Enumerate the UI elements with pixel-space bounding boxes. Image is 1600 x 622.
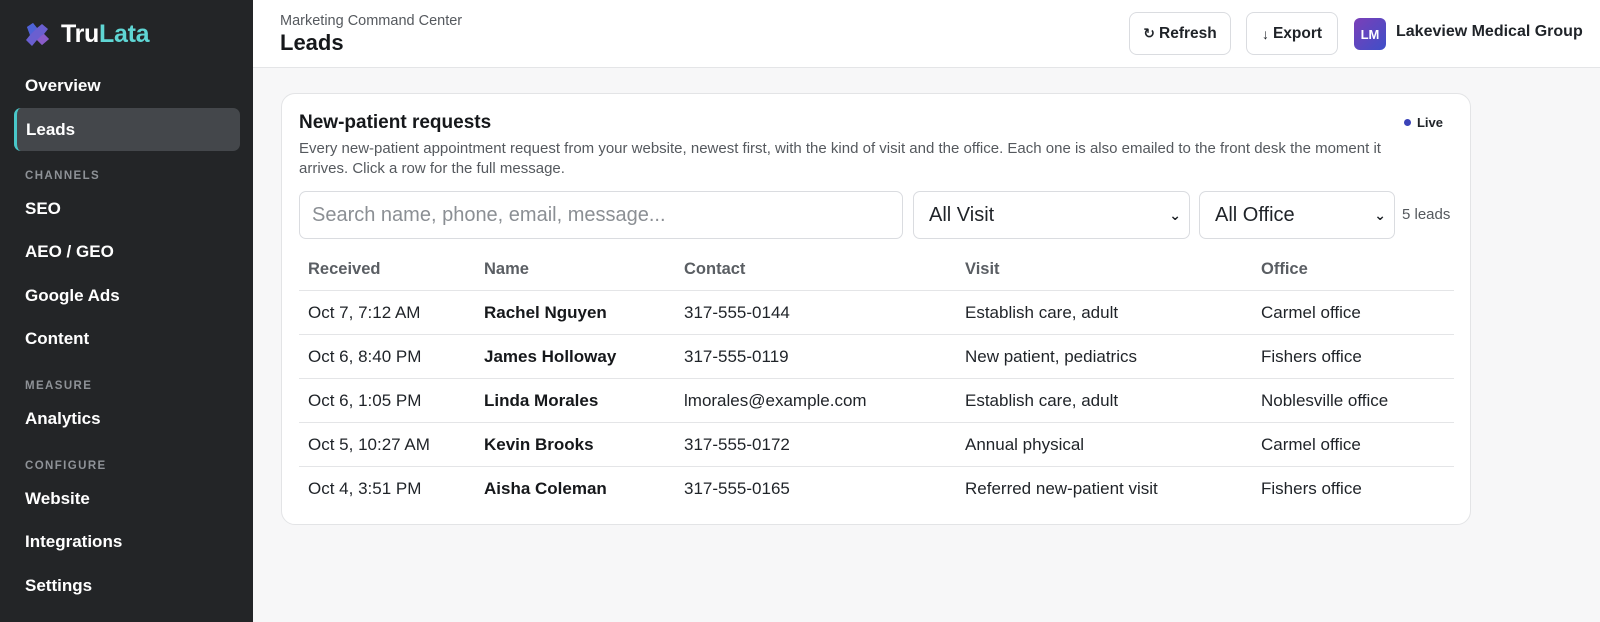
- sidebar-section-measure: MEASURE: [25, 380, 93, 392]
- visit-filter-value: All Visit: [929, 203, 995, 226]
- brand-logo[interactable]: TruLata: [23, 20, 150, 49]
- refresh-button-label: Refresh: [1159, 24, 1217, 42]
- table-row[interactable]: Oct 7, 7:12 AM Rachel Nguyen 317-555-014…: [299, 291, 1454, 335]
- column-header-name[interactable]: Name: [484, 247, 529, 291]
- sidebar-item-aeo-geo[interactable]: AEO / GEO: [14, 230, 240, 273]
- avatar[interactable]: LM: [1354, 18, 1386, 50]
- sidebar-section-configure: CONFIGURE: [25, 460, 107, 472]
- cell-name: Rachel Nguyen: [484, 303, 607, 322]
- sidebar-item-settings[interactable]: Settings: [14, 564, 240, 607]
- cell-office: Fishers office: [1261, 347, 1362, 366]
- cell-contact: 317-555-0144: [684, 303, 790, 322]
- cell-visit: New patient, pediatrics: [965, 347, 1137, 366]
- cell-received: Oct 6, 8:40 PM: [308, 347, 422, 366]
- cell-received: Oct 4, 3:51 PM: [308, 479, 422, 498]
- sidebar-item-seo[interactable]: SEO: [14, 187, 240, 230]
- sidebar-item-website[interactable]: Website: [14, 477, 240, 520]
- cell-name: Linda Morales: [484, 391, 599, 410]
- top-bar: Marketing Command Center Leads ↻ Refresh…: [253, 0, 1600, 68]
- puzzle-logo-icon: [26, 22, 49, 46]
- page-title: Leads: [280, 30, 344, 55]
- breadcrumb: Marketing Command Center: [280, 13, 463, 29]
- live-label: Live: [1416, 115, 1443, 130]
- refresh-icon: ↻: [1143, 25, 1155, 41]
- office-filter-select[interactable]: All Office ⌄: [1199, 191, 1395, 239]
- cell-office: Carmel office: [1261, 303, 1361, 322]
- cell-received: Oct 7, 7:12 AM: [308, 303, 421, 322]
- cell-visit: Establish care, adult: [965, 391, 1119, 410]
- cell-name: Aisha Coleman: [484, 479, 607, 498]
- cell-name: Kevin Brooks: [484, 435, 594, 454]
- refresh-button[interactable]: ↻ Refresh: [1129, 12, 1231, 55]
- table-row[interactable]: Oct 4, 3:51 PM Aisha Coleman 317-555-016…: [299, 467, 1454, 511]
- table-row[interactable]: Oct 6, 1:05 PM Linda Morales lmorales@ex…: [299, 379, 1454, 423]
- column-header-received[interactable]: Received: [308, 247, 380, 291]
- sidebar-section-channels: CHANNELS: [25, 170, 101, 182]
- cell-office: Noblesville office: [1261, 391, 1389, 410]
- cell-received: Oct 5, 10:27 AM: [308, 435, 430, 454]
- chevron-down-icon: ⌄: [1374, 206, 1386, 223]
- export-button-label: Export: [1272, 24, 1323, 42]
- visit-filter-select[interactable]: All Visit ⌄: [913, 191, 1190, 239]
- sidebar-item-analytics[interactable]: Analytics: [14, 397, 240, 440]
- card-title: New-patient requests: [299, 112, 492, 133]
- sidebar-item-overview[interactable]: Overview: [14, 64, 240, 107]
- card-description: Every new-patient appointment request fr…: [299, 140, 1381, 177]
- cell-received: Oct 6, 1:05 PM: [308, 391, 422, 410]
- org-name[interactable]: Lakeview Medical Group: [1396, 23, 1583, 41]
- leads-table: Received Name Contact Visit Office Oct 7…: [299, 247, 1454, 511]
- cell-visit: Establish care, adult: [965, 303, 1119, 322]
- chevron-down-icon: ⌄: [1169, 206, 1181, 223]
- office-filter-value: All Office: [1215, 203, 1295, 226]
- cell-contact: 317-555-0165: [684, 479, 790, 498]
- cell-visit: Referred new-patient visit: [965, 479, 1158, 498]
- sidebar-item-integrations[interactable]: Integrations: [14, 520, 240, 563]
- table-row[interactable]: Oct 6, 8:40 PM James Holloway 317-555-01…: [299, 335, 1454, 379]
- leads-card: New-patient requests Live Every new-pati…: [281, 93, 1471, 525]
- cell-visit: Annual physical: [965, 435, 1085, 454]
- column-header-contact[interactable]: Contact: [684, 247, 745, 291]
- table-header: Received Name Contact Visit Office: [299, 247, 1454, 291]
- live-badge: Live: [1403, 115, 1443, 130]
- sidebar: TruLata Overview Leads CHANNELS SEO AEO …: [0, 0, 253, 622]
- sidebar-item-google-ads[interactable]: Google Ads: [14, 274, 240, 317]
- cell-office: Carmel office: [1261, 435, 1361, 454]
- cell-name: James Holloway: [484, 347, 617, 366]
- sidebar-item-leads[interactable]: Leads: [14, 108, 240, 151]
- cell-contact: 317-555-0119: [684, 347, 789, 366]
- cell-office: Fishers office: [1261, 479, 1362, 498]
- table-row[interactable]: Oct 5, 10:27 AM Kevin Brooks 317-555-017…: [299, 423, 1454, 467]
- brand-name: TruLata: [61, 20, 150, 48]
- export-button[interactable]: ↓ Export: [1246, 12, 1338, 55]
- cell-contact: 317-555-0172: [684, 435, 790, 454]
- search-input[interactable]: [299, 191, 903, 239]
- sidebar-item-content[interactable]: Content: [14, 317, 240, 360]
- live-dot-icon: [1403, 119, 1411, 126]
- arrow-down-icon: ↓: [1261, 25, 1269, 42]
- cell-contact: lmorales@example.com: [684, 391, 867, 410]
- column-header-office[interactable]: Office: [1261, 247, 1308, 291]
- column-header-visit[interactable]: Visit: [965, 247, 1000, 291]
- lead-count: 5 leads: [1402, 206, 1451, 223]
